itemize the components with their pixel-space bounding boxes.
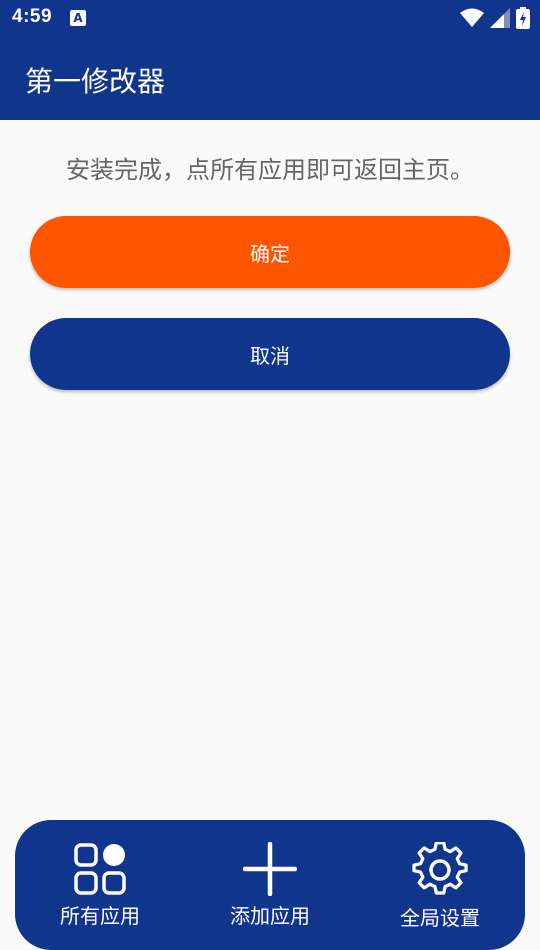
install-complete-message: 安装完成，点所有应用即可返回主页。 <box>66 156 474 184</box>
app-bar: 第一修改器 <box>0 36 540 120</box>
cancel-button[interactable]: 取消 <box>30 318 510 390</box>
nav-label-global-settings: 全局设置 <box>400 906 480 930</box>
plus-icon <box>243 842 297 896</box>
bottom-navigation: 所有应用 添加应用 全局设置 <box>15 820 525 950</box>
page-title: 第一修改器 <box>25 65 166 98</box>
wifi-icon <box>460 8 484 27</box>
status-bar: 4:59 A <box>0 0 540 36</box>
nav-label-add-app: 添加应用 <box>230 904 310 928</box>
signal-icon <box>490 8 510 28</box>
battery-icon <box>516 7 530 29</box>
app-notification-icon: A <box>70 10 86 26</box>
grid-apps-icon <box>74 843 126 895</box>
nav-item-all-apps[interactable]: 所有应用 <box>25 842 175 929</box>
confirm-button[interactable]: 确定 <box>30 216 510 288</box>
status-icons <box>460 6 530 30</box>
nav-item-add-app[interactable]: 添加应用 <box>195 842 345 929</box>
gear-icon <box>412 842 468 895</box>
status-time: 4:59 <box>12 6 53 27</box>
nav-item-global-settings[interactable]: 全局设置 <box>365 842 515 931</box>
nav-label-all-apps: 所有应用 <box>60 904 140 928</box>
